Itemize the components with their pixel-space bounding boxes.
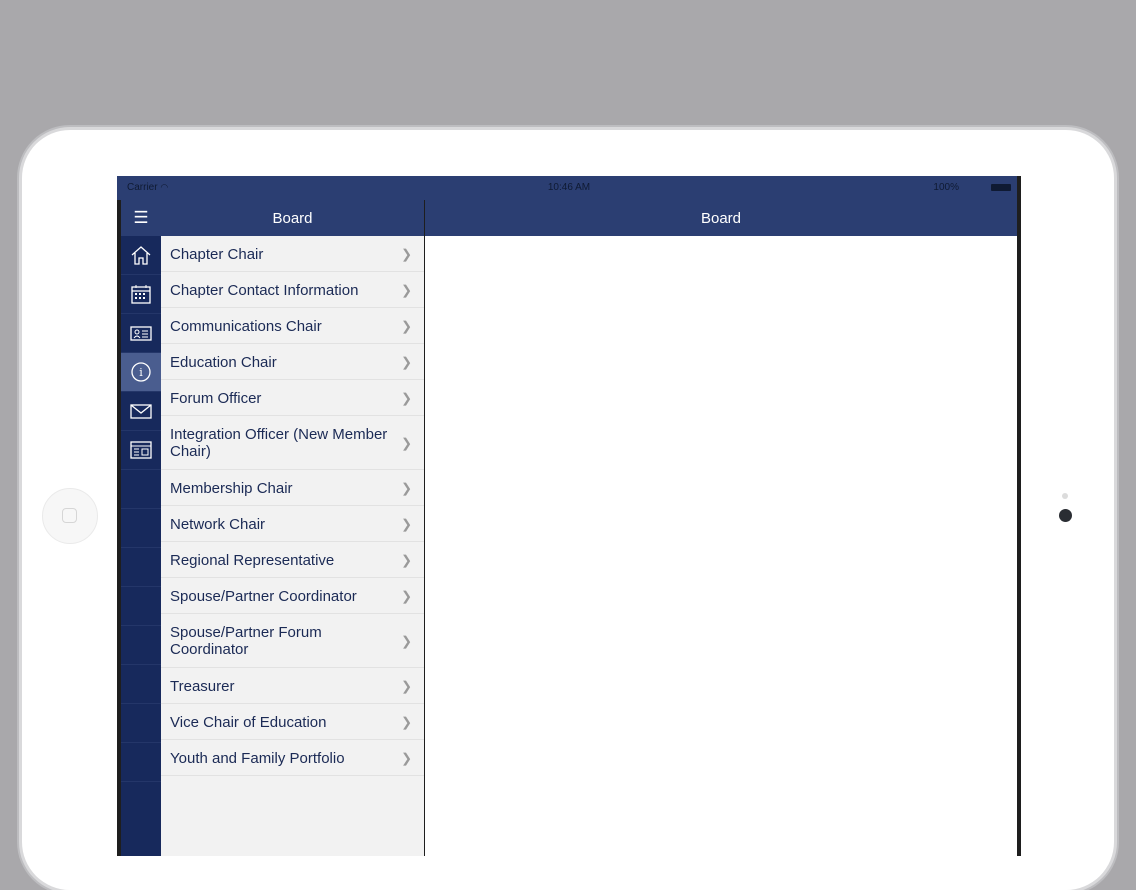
- chevron-right-icon: ❯: [401, 750, 412, 765]
- list-item[interactable]: Communications Chair ❯: [161, 308, 424, 344]
- master-navbar: Board: [161, 200, 424, 236]
- list-item-label: Spouse/Partner Forum Coordinator: [170, 624, 322, 658]
- clock: 10:46 AM: [547, 182, 591, 193]
- detail-title: Board: [700, 209, 742, 227]
- rail-spacer: [121, 587, 161, 626]
- browser-icon: [130, 441, 152, 459]
- rail-spacer: [121, 704, 161, 743]
- home-square-icon: [62, 508, 77, 523]
- list-item-label: Integration Officer (New Member Chair): [170, 426, 388, 460]
- master-panel: Board Chapter Chair ❯ Chapter Contact Inf…: [161, 200, 425, 856]
- list-item-label: Treasurer: [170, 677, 235, 695]
- list-item-label: Youth and Family Portfolio: [170, 749, 345, 767]
- screen-bezel-edge: [1017, 176, 1021, 856]
- rail-spacer: [121, 548, 161, 587]
- nav-mail[interactable]: [121, 392, 161, 431]
- list-item[interactable]: Integration Officer (New Member Chair) ❯: [161, 416, 424, 470]
- icon-rail: ☰ i: [121, 200, 161, 856]
- svg-text:i: i: [139, 366, 143, 379]
- list-item[interactable]: Chapter Chair ❯: [161, 236, 424, 272]
- nav-info[interactable]: i: [121, 353, 161, 392]
- list-item[interactable]: Spouse/Partner Forum Coordinator ❯: [161, 614, 424, 668]
- list-item-label: Membership Chair: [170, 479, 293, 497]
- rail-spacer: [121, 665, 161, 704]
- calendar-icon: [131, 285, 151, 304]
- home-icon: [131, 246, 151, 265]
- chevron-right-icon: ❯: [401, 552, 412, 567]
- rail-spacer: [121, 509, 161, 548]
- light-sensor: [1062, 493, 1068, 499]
- list-item[interactable]: Network Chair ❯: [161, 506, 424, 542]
- chevron-right-icon: ❯: [401, 633, 412, 648]
- contact-card-icon: [130, 326, 152, 341]
- nav-contacts[interactable]: [121, 314, 161, 353]
- detail-panel: Board: [425, 200, 1017, 856]
- chevron-right-icon: ❯: [401, 588, 412, 603]
- nav-browser[interactable]: [121, 431, 161, 470]
- list-item-label: Regional Representative: [170, 551, 335, 569]
- chevron-right-icon: ❯: [401, 282, 412, 297]
- chevron-right-icon: ❯: [401, 678, 412, 693]
- list-item-label: Education Chair: [170, 353, 277, 371]
- list-item[interactable]: Spouse/Partner Coordinator ❯: [161, 578, 424, 614]
- rail-spacer: [121, 470, 161, 509]
- detail-content: [425, 236, 1017, 856]
- battery-percent: 100%: [933, 182, 959, 193]
- app-screen: Carrier ◠ 10:46 AM 100% ☰ i Board Chapte…: [117, 176, 1021, 856]
- list-item[interactable]: Youth and Family Portfolio ❯: [161, 740, 424, 776]
- master-title: Board: [272, 209, 313, 227]
- list-item[interactable]: Forum Officer ❯: [161, 380, 424, 416]
- chevron-right-icon: ❯: [401, 714, 412, 729]
- status-bar: Carrier ◠ 10:46 AM 100%: [117, 176, 1021, 200]
- board-list: Chapter Chair ❯ Chapter Contact Informati…: [161, 236, 424, 776]
- list-item-label: Chapter Chair: [170, 245, 264, 263]
- rail-spacer: [121, 743, 161, 782]
- nav-home[interactable]: [121, 236, 161, 275]
- rail-spacer: [121, 626, 161, 665]
- chevron-right-icon: ❯: [401, 435, 412, 450]
- list-item-label: Network Chair: [170, 515, 266, 533]
- list-item[interactable]: Regional Representative ❯: [161, 542, 424, 578]
- list-item[interactable]: Education Chair ❯: [161, 344, 424, 380]
- info-icon: i: [131, 362, 151, 382]
- list-item[interactable]: Chapter Contact Information ❯: [161, 272, 424, 308]
- list-item-label: Communications Chair: [170, 317, 322, 335]
- mail-icon: [130, 404, 152, 419]
- list-item[interactable]: Treasurer ❯: [161, 668, 424, 704]
- battery-icon: [991, 184, 1011, 191]
- chevron-right-icon: ❯: [401, 390, 412, 405]
- list-item[interactable]: Membership Chair ❯: [161, 470, 424, 506]
- camera-icon: [1059, 509, 1072, 522]
- list-item-label: Vice Chair of Education: [170, 713, 327, 731]
- list-item-label: Spouse/Partner Coordinator: [170, 587, 357, 605]
- chevron-right-icon: ❯: [401, 516, 412, 531]
- chevron-right-icon: ❯: [401, 246, 412, 261]
- chevron-right-icon: ❯: [401, 480, 412, 495]
- list-item-label: Forum Officer: [170, 389, 262, 407]
- nav-calendar[interactable]: [121, 275, 161, 314]
- chevron-right-icon: ❯: [401, 354, 412, 369]
- chevron-right-icon: ❯: [401, 318, 412, 333]
- hamburger-icon[interactable]: ☰: [121, 200, 161, 236]
- home-button[interactable]: [42, 488, 98, 544]
- detail-navbar: Board: [425, 200, 1017, 236]
- list-item[interactable]: Vice Chair of Education ❯: [161, 704, 424, 740]
- list-item-label: Chapter Contact Information: [170, 281, 359, 299]
